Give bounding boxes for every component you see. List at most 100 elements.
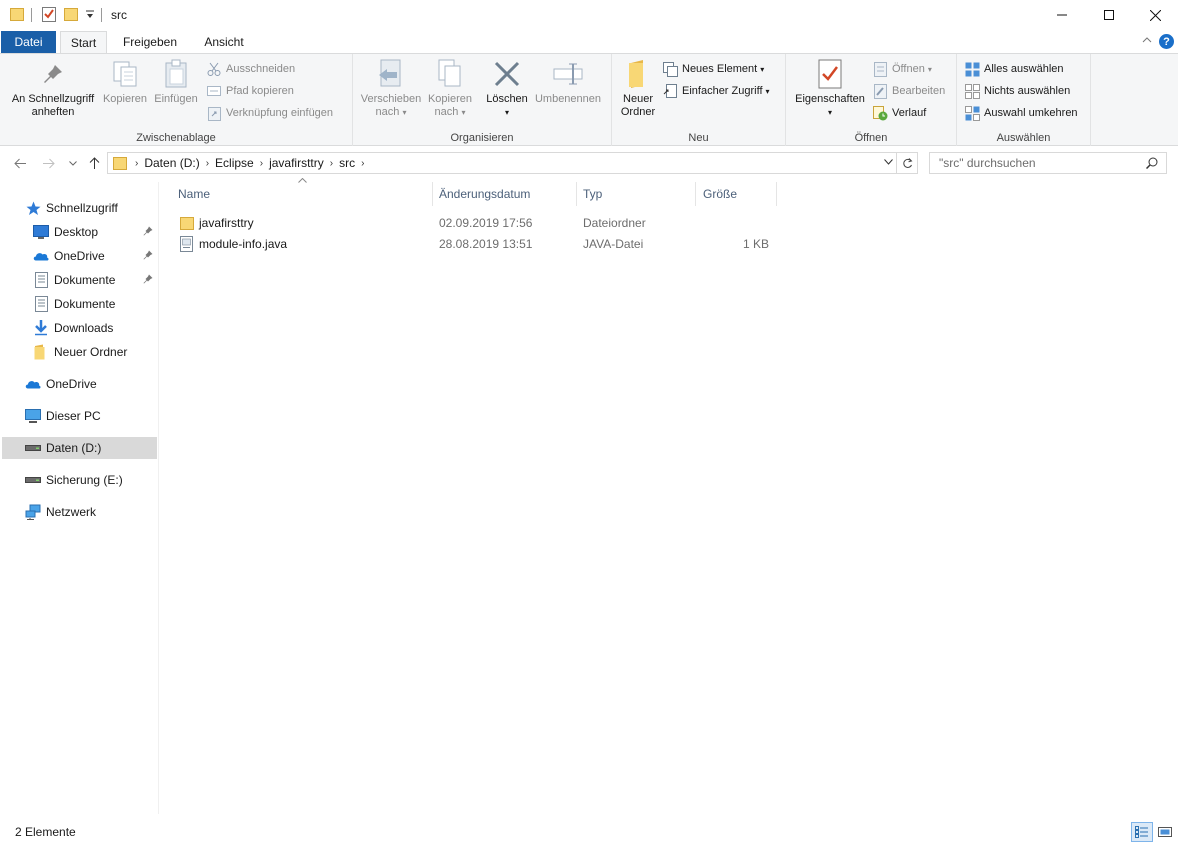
file-row[interactable]: module-info.java 28.08.2019 13:51 JAVA-D… [175,233,779,254]
search-placeholder: "src" durchsuchen [939,156,1036,170]
nav-item-documents[interactable]: Dokumente [0,269,157,291]
minimize-button[interactable] [1039,0,1085,30]
collapse-ribbon-icon[interactable] [1142,34,1152,46]
copy-to-button[interactable]: Kopieren nach ▾ [425,58,475,119]
column-header-type[interactable]: Typ [583,182,695,206]
column-header-name[interactable]: Name [178,182,432,206]
nav-item-backup-drive[interactable]: Sicherung (E:) [0,469,157,491]
back-arrow-icon[interactable] [11,154,29,172]
select-none-icon [964,83,980,99]
paste-button[interactable]: Einfügen [151,58,201,106]
move-to-label-line2: nach ▾ [375,106,407,118]
breadcrumb-item[interactable]: javafirsttry [269,156,324,170]
details-view-icon[interactable] [1131,822,1153,842]
breadcrumb-item[interactable]: Daten (D:) [144,156,199,170]
status-item-count: 2 Elemente [15,825,76,839]
pin-quick-access-button[interactable]: An Schnellzugriff anheften [6,58,100,119]
recent-locations-chevron-icon[interactable] [64,154,82,172]
maximize-button[interactable] [1086,0,1132,30]
nav-item-downloads[interactable]: Downloads [0,317,157,339]
invert-selection-button[interactable]: Auswahl umkehren [964,104,1078,122]
nav-item-label: Desktop [54,225,99,239]
properties-checklist-icon[interactable] [42,6,56,25]
properties-button[interactable]: Eigenschaften ▾ [791,58,869,119]
edit-button[interactable]: Bearbeiten [872,82,945,100]
properties-dropdown-icon: ▾ [827,108,832,117]
new-item-label: Neues Element [682,63,758,75]
nav-item-label: Neuer Ordner [54,345,128,359]
nav-item-documents[interactable]: Dokumente [0,293,157,315]
easy-access-button[interactable]: Einfacher Zugriff ▾ [662,82,770,100]
folder-icon [113,155,127,171]
close-button[interactable] [1132,0,1178,30]
select-all-label: Alles auswählen [984,63,1064,75]
breadcrumb-separator-icon[interactable]: › [206,158,209,169]
nav-item-this-pc[interactable]: Dieser PC [0,405,157,427]
search-icon[interactable] [1146,157,1158,169]
tab-datei[interactable]: Datei [1,31,56,53]
move-to-label-line1: Verschieben [360,93,422,105]
column-header-size[interactable]: Größe [703,182,776,206]
new-folder-icon[interactable] [64,6,78,25]
search-input[interactable]: "src" durchsuchen [929,152,1167,174]
file-row[interactable]: javafirsttry 02.09.2019 17:56 Dateiordne… [175,212,779,233]
breadcrumb-separator-icon[interactable]: › [330,158,333,169]
copy-path-button[interactable]: Pfad kopieren [206,82,294,100]
column-divider[interactable] [432,182,433,206]
select-all-button[interactable]: Alles auswählen [964,60,1064,78]
breadcrumb-separator-icon[interactable]: › [361,158,364,169]
move-to-button[interactable]: Verschieben nach ▾ [358,58,424,119]
history-label: Verlauf [892,107,927,119]
nav-item-onedrive-root[interactable]: OneDrive [0,373,157,395]
new-item-button[interactable]: Neues Element ▾ [662,60,764,78]
column-divider[interactable] [695,182,696,206]
file-date: 02.09.2019 17:56 [439,215,533,230]
nav-item-data-drive[interactable]: Daten (D:) [2,437,157,459]
breadcrumb-item[interactable]: Eclipse [215,156,254,170]
title-bar: src [0,0,1178,30]
address-bar[interactable]: › Daten (D:) › Eclipse › javafirsttry › … [107,152,918,174]
forward-arrow-icon[interactable] [39,154,57,172]
copy-button[interactable]: Kopieren [100,58,150,106]
large-icons-view-icon[interactable] [1154,822,1176,842]
breadcrumb-separator-icon[interactable]: › [260,158,263,169]
cut-button[interactable]: Ausschneiden [206,60,295,78]
pin-icon[interactable] [143,250,153,263]
documents-icon [33,272,49,288]
new-folder-label-line2: Ordner [620,106,656,118]
address-history-chevron-icon[interactable] [884,159,893,165]
rename-button[interactable]: Umbenennen [531,58,605,106]
tab-freigeben[interactable]: Freigeben [115,31,185,53]
customize-dropdown-icon[interactable] [86,9,94,23]
up-arrow-icon[interactable] [85,154,103,172]
copy-icon [109,58,141,90]
nav-item-desktop[interactable]: Desktop [0,221,157,243]
column-header-date[interactable]: Änderungsdatum [439,182,576,206]
nav-item-quick-access[interactable]: Schnellzugriff [0,197,157,219]
nav-item-new-folder[interactable]: Neuer Ordner [0,341,157,363]
refresh-icon[interactable] [896,152,918,174]
delete-button[interactable]: Löschen ▾ [483,58,531,119]
tab-ansicht[interactable]: Ansicht [195,31,253,53]
new-folder-button[interactable]: Neuer Ordner [616,58,660,119]
pin-icon [37,58,69,90]
column-divider[interactable] [576,182,577,206]
breadcrumb-separator-icon[interactable]: › [135,158,138,169]
select-none-button[interactable]: Nichts auswählen [964,82,1070,100]
nav-item-onedrive[interactable]: OneDrive [0,245,157,267]
column-divider[interactable] [776,182,777,206]
open-button[interactable]: Öffnen ▾ [872,60,932,78]
pin-icon[interactable] [143,226,153,239]
nav-item-label: Schnellzugriff [46,201,118,215]
tab-start[interactable]: Start [60,31,107,54]
nav-item-network[interactable]: Netzwerk [0,501,157,523]
breadcrumb-item[interactable]: src [339,156,355,170]
paste-shortcut-button[interactable]: Verknüpfung einfügen [206,104,333,122]
help-icon[interactable]: ? [1159,34,1174,49]
nav-item-label: OneDrive [54,249,105,263]
easy-access-icon [662,83,678,99]
delete-label: Löschen [486,93,528,105]
pin-icon[interactable] [143,274,153,287]
copy-path-label: Pfad kopieren [226,85,294,97]
history-button[interactable]: Verlauf [872,104,926,122]
